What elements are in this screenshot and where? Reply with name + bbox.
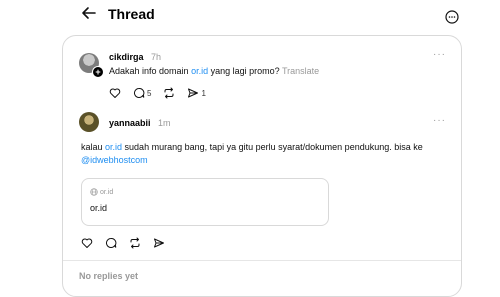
- top-bar: Thread: [0, 0, 500, 32]
- heart-icon: [81, 238, 93, 248]
- post-text-start: Adakah info domain: [109, 66, 192, 76]
- send-icon: [154, 238, 164, 248]
- reply-comment-button[interactable]: [105, 237, 117, 249]
- reply-repost-button[interactable]: [129, 237, 141, 249]
- globe-icon: [90, 188, 98, 196]
- reply-like-button[interactable]: [81, 237, 93, 249]
- mention-link[interactable]: @idwebhostcom: [81, 155, 148, 165]
- send-icon: [188, 88, 199, 98]
- repost-icon: [164, 87, 174, 99]
- repost-button[interactable]: [163, 87, 175, 99]
- page-title: Thread: [108, 6, 155, 22]
- follow-plus-icon[interactable]: +: [92, 66, 104, 78]
- comment-button[interactable]: 5: [133, 87, 151, 99]
- post-actions: 5 1: [109, 87, 218, 99]
- link-preview-card[interactable]: or.id or.id: [81, 178, 329, 226]
- post-more-button[interactable]: ···: [433, 49, 446, 60]
- post-domain-link[interactable]: or.id: [191, 66, 208, 76]
- heart-icon: [109, 88, 121, 98]
- preview-domain-text: or.id: [100, 188, 114, 196]
- comment-icon: [134, 88, 145, 98]
- translate-link[interactable]: Translate: [282, 66, 319, 76]
- reply-username[interactable]: yannaabii: [109, 118, 151, 128]
- post-text: Adakah info domain or.id yang lagi promo…: [109, 66, 319, 76]
- more-options-button[interactable]: [445, 10, 459, 24]
- share-count: 1: [201, 88, 206, 98]
- post-time: 7h: [151, 52, 162, 62]
- preview-title: or.id: [90, 203, 108, 213]
- more-circle-icon: [445, 10, 459, 24]
- comment-icon: [106, 238, 117, 248]
- share-button[interactable]: 1: [187, 87, 206, 99]
- reply-domain-link[interactable]: or.id: [105, 142, 122, 152]
- reply-text-middle: sudah murang bang, tapi ya gitu perlu sy…: [122, 142, 423, 152]
- reply-actions: [81, 237, 177, 249]
- repost-icon: [130, 237, 140, 249]
- reply-text-start: kalau: [81, 142, 106, 152]
- preview-domain: or.id: [90, 188, 113, 196]
- post-text-end: yang lagi promo?: [208, 66, 280, 76]
- thread-card: + cikdirga 7h ··· Adakah info domain or.…: [62, 35, 462, 297]
- divider: [63, 260, 461, 261]
- reply-count: 5: [147, 88, 152, 98]
- post-username[interactable]: cikdirga: [109, 52, 144, 62]
- arrow-left-icon: [82, 7, 96, 19]
- like-button[interactable]: [109, 87, 121, 99]
- no-replies-label: No replies yet: [79, 271, 139, 281]
- reply-time: 1m: [158, 118, 171, 128]
- reply-more-button[interactable]: ···: [433, 115, 446, 126]
- back-button[interactable]: [80, 4, 98, 22]
- reply-avatar[interactable]: [79, 112, 99, 132]
- reply-share-button[interactable]: [153, 237, 165, 249]
- reply-text: kalau or.id sudah murang bang, tapi ya g…: [81, 141, 431, 167]
